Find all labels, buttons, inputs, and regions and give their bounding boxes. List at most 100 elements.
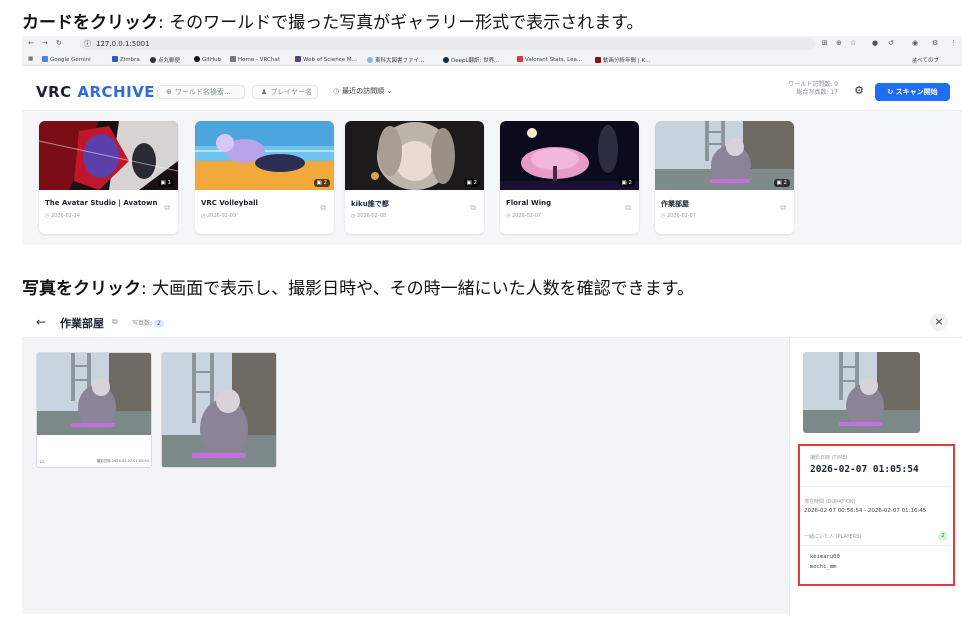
app-logo[interactable]: VRC ARCHIVE: [36, 83, 155, 101]
stat-worlds: ワールド訪問数: 9: [788, 81, 838, 88]
sort-select[interactable]: ◷ 最近の訪問順 ⌄: [325, 85, 411, 99]
external-link-icon[interactable]: ⧉: [470, 203, 476, 213]
apps-icon[interactable]: ▦: [28, 56, 33, 62]
browser-toolbar: ← → ↻ ⓘ 127.0.0.1:5001 ⊞ ⊕ ☆ ● ↺ ◉ ⚙ ⋮: [22, 36, 962, 52]
bookmark-1[interactable]: Zimbra: [112, 56, 140, 63]
bookmark-9[interactable]: 動画分析年間 | K...: [595, 56, 650, 64]
world-date: ◷ 2026-02-08: [351, 213, 387, 219]
bookmark-3[interactable]: GitHub: [194, 56, 221, 63]
world-title: kiku誰で都: [351, 200, 389, 208]
folder-icon: ▭: [912, 59, 918, 65]
github-icon: [194, 56, 200, 62]
close-icon[interactable]: ×: [930, 313, 948, 331]
bookmark-4[interactable]: Home - VRChat: [230, 56, 280, 63]
world-title: The Avatar Studio | Avatown: [45, 199, 158, 207]
selected-photo[interactable]: [803, 352, 920, 433]
camera-icon: ▣: [621, 180, 627, 186]
bookmark-8[interactable]: Valorant Stats, Lea...: [517, 56, 582, 63]
photo-count: 写真数: 2: [132, 318, 164, 327]
bookmark-0[interactable]: Google Gemini: [42, 56, 91, 63]
world-card[interactable]: ▣ 2 Floral Wing ◷ 2026-02-07 ⧉: [500, 121, 639, 234]
world-title: Floral Wing: [506, 199, 552, 207]
caption-photo-rest: : 大画面で表示し、撮影日時や、その時一緒にいた人数を確認できます。: [141, 279, 694, 299]
camera-icon: ▣: [316, 180, 322, 186]
app-header: VRC ARCHIVE ⊕ ワールド名検索... ♟ プレイヤー名 ◷ 最近の訪問順 …: [22, 66, 962, 111]
photo-count-badge: ▣ 2: [618, 179, 635, 187]
world-card[interactable]: ▣ 1 The Avatar Studio | Avatown ◷ 2026-0…: [39, 121, 178, 234]
reload-icon[interactable]: ↻: [56, 39, 62, 47]
gear-icon[interactable]: ⚙: [852, 84, 866, 98]
world-title: 作業部屋: [661, 200, 689, 208]
world-title: VRC Volleyball: [201, 199, 258, 207]
back-arrow-icon[interactable]: ←: [28, 39, 34, 47]
camera-icon: ▣: [776, 180, 782, 186]
bookmark-7[interactable]: DeepL翻訳: 世界...: [443, 56, 499, 64]
world-date: ◷ 2026-02-07: [661, 213, 697, 219]
world-date: ◷ 2026-02-07: [506, 213, 542, 219]
zimbra-icon: [112, 56, 118, 62]
settings-icon[interactable]: ⚙: [932, 39, 938, 47]
translate-icon[interactable]: ⊞: [822, 39, 828, 47]
browser-chrome: ← → ↻ ⓘ 127.0.0.1:5001 ⊞ ⊕ ☆ ● ↺ ◉ ⚙ ⋮ ▦…: [22, 36, 962, 66]
external-link-icon[interactable]: ⧉: [625, 203, 631, 213]
photo-count-badge: ▣ 1: [157, 179, 174, 187]
address-bar[interactable]: ⓘ 127.0.0.1:5001: [80, 38, 815, 50]
photo-thumb[interactable]: 1/2 撮影日時 2026-02-07 01:05:54: [36, 352, 152, 468]
world-search-input[interactable]: ⊕ ワールド名検索...: [157, 85, 245, 99]
bookmark-5[interactable]: Web of Science M...: [295, 56, 357, 63]
duration-value: 2026-02-07 00:56:54 - 2026-02-07 01:16:4…: [804, 508, 927, 514]
player-name[interactable]: keimaru00: [810, 554, 840, 560]
menu-icon[interactable]: ⋮: [950, 39, 957, 47]
photo-gallery: 1/2 撮影日時 2026-02-07 01:05:54: [22, 338, 789, 614]
gemini-icon: [42, 56, 48, 62]
photo-caption-right: 撮影日時 2026-02-07 01:05:54: [96, 459, 149, 463]
mail-icon: [150, 57, 156, 63]
user-icon: ♟: [261, 88, 268, 96]
photo-info-panel: 撮影日時 (TIME) 2026-02-07 01:05:54 滞在時間 (DU…: [789, 338, 962, 614]
profile-icon[interactable]: ◉: [912, 39, 918, 47]
zoom-icon[interactable]: ⊕: [836, 39, 842, 47]
vrchat-icon: [230, 56, 236, 62]
external-link-icon[interactable]: ⧉: [780, 203, 786, 213]
world-thumbnail: ▣ 2: [655, 121, 794, 190]
photo-count-badge: 2: [154, 320, 164, 327]
world-card-grid: ▣ 1 The Avatar Studio | Avatown ◷ 2026-0…: [22, 111, 962, 245]
external-link-icon[interactable]: ⧉: [320, 203, 326, 213]
player-name[interactable]: mochi_mm: [810, 564, 837, 570]
caption-card-rest: : そのワールドで撮った写真がギャラリー形式で表示されます。: [158, 13, 644, 33]
bookmark-2[interactable]: 点丸郵便: [150, 56, 180, 64]
url-text: 127.0.0.1:5001: [96, 40, 150, 48]
star-icon[interactable]: ☆: [850, 39, 856, 47]
back-arrow-icon[interactable]: ←: [36, 315, 46, 329]
gallery-header: ← 作業部屋 ⧉ 写真数: 2 ×: [22, 306, 962, 338]
forward-arrow-icon[interactable]: →: [42, 39, 48, 47]
world-card[interactable]: ▣ 2 作業部屋 ◷ 2026-02-07 ⧉: [655, 121, 794, 234]
clock-icon: ◷: [333, 87, 340, 95]
world-card[interactable]: ▣ 2 kiku誰で都 ◷ 2026-02-08 ⧉: [345, 121, 484, 234]
camera-icon: ▣: [466, 180, 472, 186]
photo-thumb[interactable]: [161, 352, 277, 468]
external-link-icon[interactable]: ⧉: [164, 203, 170, 213]
sync-icon[interactable]: ↺: [888, 39, 894, 47]
world-card[interactable]: ▣ 2 VRC Volleyball ◷ 2026-02-09 ⧉: [195, 121, 334, 234]
scan-button[interactable]: ↻ スキャン開始: [875, 83, 950, 101]
extension-icon[interactable]: ●: [872, 39, 878, 47]
all-bookmarks[interactable]: ▭ すべてのブ: [912, 56, 939, 65]
chevron-down-icon: ⌄: [386, 87, 393, 95]
world-date: ◷ 2026-02-14: [45, 213, 81, 219]
caption-card: カードをクリック: そのワールドで撮った写真がギャラリー形式で表示されます。: [22, 8, 643, 33]
external-link-icon[interactable]: ⧉: [112, 317, 118, 327]
player-search-input[interactable]: ♟ プレイヤー名: [252, 85, 318, 99]
shot-time-value: 2026-02-07 01:05:54: [810, 464, 919, 475]
divider: [802, 545, 952, 546]
library-icon: [367, 57, 373, 63]
world-thumbnail: ▣ 1: [39, 121, 178, 190]
clock-icon: ◷: [661, 213, 666, 219]
site-info-icon[interactable]: ⓘ: [84, 38, 91, 50]
stats: ワールド訪問数: 9 総合写真数: 17: [788, 81, 838, 97]
bookmark-6[interactable]: 東科大図書ファイ...: [367, 56, 424, 64]
camera-icon: ▣: [160, 180, 166, 186]
world-thumbnail: ▣ 2: [345, 121, 484, 190]
photo-image: [37, 353, 151, 435]
video-icon: [595, 57, 601, 63]
